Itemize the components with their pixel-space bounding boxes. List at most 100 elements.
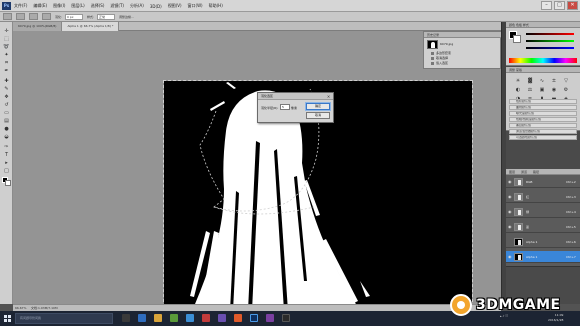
visibility-eye-icon[interactable]: ◉ <box>508 180 512 184</box>
history-tab[interactable]: 历史记录 <box>424 32 502 38</box>
pen-tool-icon[interactable]: ✑ <box>3 144 10 150</box>
channel-row[interactable]: ◉ 红 Ctrl+3 <box>506 191 580 203</box>
style-select[interactable]: 正常 <box>97 13 116 20</box>
mixer-icon[interactable]: ⚙ <box>562 87 570 94</box>
visibility-eye-icon[interactable]: ◉ <box>508 255 512 259</box>
brush-tool-icon[interactable]: ✎ <box>3 86 10 92</box>
menu-item[interactable]: 分析(A) <box>130 3 144 9</box>
app-icon-7[interactable] <box>218 314 226 322</box>
menu-item[interactable]: 图像(I) <box>53 3 65 9</box>
blur-tool-icon[interactable]: ● <box>3 126 10 132</box>
channel-row[interactable]: Alpha 1 Ctrl+6 <box>506 236 580 248</box>
menu-item[interactable]: 3D(D) <box>150 4 162 9</box>
task-view-icon[interactable] <box>122 314 130 322</box>
green-slider[interactable] <box>526 40 574 42</box>
feather-input[interactable]: 0 px <box>65 13 84 20</box>
tab-alpha-1[interactable]: Alpha 1 @ 66.7% (Alpha 1/8) * <box>62 22 120 31</box>
edge-browser-icon[interactable] <box>138 314 146 322</box>
shape-tool-icon[interactable]: □ <box>3 168 10 174</box>
bw-icon[interactable]: ▣ <box>538 87 546 94</box>
color-spectrum-ramp[interactable] <box>509 58 577 63</box>
tab-layers[interactable]: 图层 <box>506 169 518 174</box>
app-icon-11[interactable] <box>282 314 290 322</box>
adjustment-preset-item[interactable]: 色阶默认值 <box>509 99 577 104</box>
photo-filter-icon[interactable]: ◉ <box>550 87 558 94</box>
new-selection-icon[interactable] <box>16 13 25 20</box>
close-button[interactable]: ✕ <box>567 1 578 10</box>
brightness-icon[interactable]: ☀ <box>514 78 522 85</box>
file-explorer-icon[interactable] <box>154 314 162 322</box>
adjustments-panel-tabs[interactable]: 调整 蒙版 <box>506 67 580 73</box>
crop-tool-icon[interactable]: ⌗ <box>3 60 10 66</box>
adjustment-preset-item[interactable]: 通道混合器默认值 <box>509 129 577 134</box>
visibility-eye-icon[interactable] <box>508 240 512 244</box>
menu-item[interactable]: 窗口(W) <box>188 3 203 9</box>
gradient-tool-icon[interactable]: ▤ <box>3 118 10 124</box>
marquee-tool-icon[interactable]: ⬚ <box>3 36 10 42</box>
eyedropper-tool-icon[interactable]: ✒ <box>3 68 10 74</box>
app-icon-5[interactable] <box>186 314 194 322</box>
menu-item[interactable]: 图层(L) <box>71 3 84 9</box>
channel-row[interactable]: ◉ RGB Ctrl+2 <box>506 176 580 188</box>
stamp-tool-icon[interactable]: ❖ <box>3 94 10 100</box>
cancel-button[interactable]: 取消 <box>306 112 330 119</box>
menu-item[interactable]: 帮助(H) <box>209 3 223 9</box>
dialog-close-icon[interactable]: ✕ <box>326 94 331 99</box>
menu-item[interactable]: 文件(F) <box>14 3 27 9</box>
add-selection-icon[interactable] <box>29 13 38 20</box>
menu-item[interactable]: 滤镜(T) <box>110 3 124 9</box>
balance-icon[interactable]: ⚖ <box>526 87 534 94</box>
healing-tool-icon[interactable]: ✚ <box>3 78 10 84</box>
maximize-button[interactable]: □ <box>554 1 565 10</box>
tab-paths[interactable]: 路径 <box>530 169 542 174</box>
hue-icon[interactable]: ◐ <box>514 87 522 94</box>
feather-radius-input[interactable]: 5 <box>280 104 290 110</box>
exposure-icon[interactable]: ± <box>550 78 558 85</box>
refine-edge-button[interactable]: 调整边缘... <box>119 15 134 19</box>
adjustment-preset-item[interactable]: 黑白默认值 <box>509 123 577 128</box>
visibility-eye-icon[interactable]: ◉ <box>508 195 512 199</box>
background-color-swatch[interactable] <box>5 180 11 186</box>
windows-start-icon[interactable] <box>4 315 11 322</box>
eraser-tool-icon[interactable]: ▭ <box>3 110 10 116</box>
adjustment-preset-item[interactable]: 色相/饱和度默认值 <box>509 117 577 122</box>
adjustment-preset-item[interactable]: 曝光度默认值 <box>509 111 577 116</box>
menu-item[interactable]: 视图(V) <box>168 3 182 9</box>
store-icon[interactable] <box>170 314 178 322</box>
visibility-eye-icon[interactable]: ◉ <box>508 210 512 214</box>
move-tool-icon[interactable]: ✛ <box>3 28 10 34</box>
subtract-selection-icon[interactable] <box>42 13 51 20</box>
history-brush-tool-icon[interactable]: ↺ <box>3 102 10 108</box>
menu-item[interactable]: 编辑(E) <box>33 3 47 9</box>
channel-row[interactable]: ◉ 蓝 Ctrl+5 <box>506 221 580 233</box>
dodge-tool-icon[interactable]: ◒ <box>3 134 10 140</box>
color-background-swatch[interactable] <box>513 35 521 43</box>
path-select-tool-icon[interactable]: ▸ <box>3 160 10 166</box>
zoom-level[interactable]: 66.67% <box>15 306 26 310</box>
type-tool-icon[interactable]: T <box>3 152 10 158</box>
adjustment-preset-item[interactable]: 可选颜色默认值 <box>509 135 577 140</box>
history-snapshot-thumb[interactable] <box>427 40 438 49</box>
visibility-eye-icon[interactable]: ◉ <box>508 225 512 229</box>
lasso-tool-preset-icon[interactable] <box>3 13 12 20</box>
minimize-button[interactable]: – <box>541 1 552 10</box>
quick-select-tool-icon[interactable]: ✦ <box>3 52 10 58</box>
app-icon-10[interactable] <box>266 314 274 322</box>
taskbar-search-box[interactable]: 有问题尽管问我 <box>15 313 113 324</box>
curves-icon[interactable]: ∿ <box>538 78 546 85</box>
color-panel-tabs[interactable]: 颜色 色板 样式 <box>506 22 580 28</box>
blue-slider[interactable] <box>526 47 574 49</box>
tab-6079-jpg[interactable]: 6079.jpg @ 100%(RGB/8) <box>13 22 63 31</box>
menu-item[interactable]: 选择(S) <box>91 3 105 9</box>
channel-row[interactable]: ◉ 绿 Ctrl+4 <box>506 206 580 218</box>
photoshop-taskbar-icon[interactable] <box>250 314 258 322</box>
channel-row[interactable]: ◉ Alpha 1 Ctrl+7 <box>506 251 580 263</box>
lasso-tool-icon[interactable]: ➰ <box>3 44 10 50</box>
history-item[interactable]: 载入选区 <box>427 61 499 66</box>
tab-channels[interactable]: 通道 <box>518 169 530 174</box>
ok-button[interactable]: 确定 <box>306 103 330 110</box>
adjustment-preset-item[interactable]: 曲线默认值 <box>509 105 577 110</box>
app-icon-8[interactable] <box>234 314 242 322</box>
red-slider[interactable] <box>526 33 574 35</box>
levels-icon[interactable]: ▓ <box>526 78 534 85</box>
